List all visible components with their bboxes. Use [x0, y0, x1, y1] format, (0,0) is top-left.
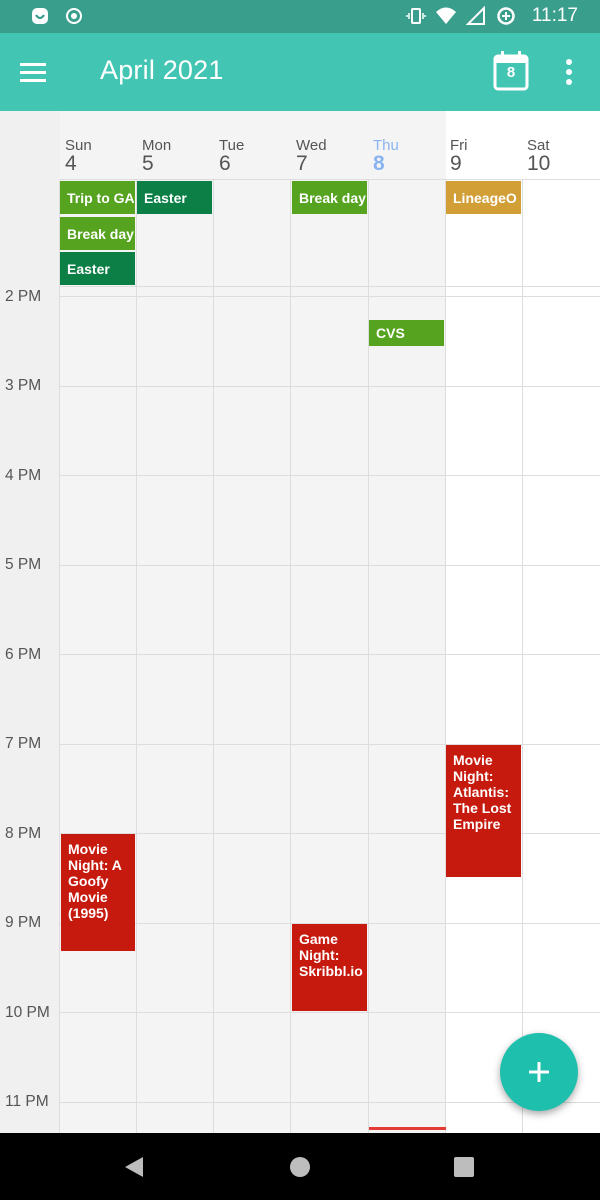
all-day-event[interactable]: Break day: [60, 217, 135, 250]
hour-label: 9 PM: [5, 914, 42, 931]
hour-line: [60, 475, 600, 476]
navigation-bar: [0, 1133, 600, 1200]
hour-label: 6 PM: [5, 646, 42, 663]
day-number: 6: [219, 152, 231, 175]
day-header-wed[interactable]: Wed 7: [296, 137, 373, 181]
hour-line: [60, 654, 600, 655]
month-title[interactable]: April 2021: [100, 55, 224, 86]
add-event-button[interactable]: [500, 1033, 578, 1111]
plus-icon: [529, 1062, 549, 1082]
time-gutter: [0, 111, 60, 1133]
home-button[interactable]: [288, 1155, 312, 1179]
day-number: 4: [65, 152, 77, 175]
vibrate-icon: [406, 8, 426, 24]
back-button[interactable]: [122, 1155, 146, 1179]
hour-line: [60, 565, 600, 566]
day-header-tue[interactable]: Tue 6: [219, 137, 296, 181]
record-icon: [66, 8, 82, 24]
all-day-event[interactable]: Easter: [60, 252, 135, 285]
more-vert-icon: [566, 59, 572, 85]
all-day-event[interactable]: Easter: [137, 181, 212, 214]
day-number: 7: [296, 152, 308, 175]
week-view[interactable]: Sun 4 Mon 5 Tue 6 Wed 7 Thu 8 Fri 9 Sat …: [0, 111, 600, 1133]
day-number: 5: [142, 152, 154, 175]
all-day-divider: [60, 286, 600, 287]
recents-icon: [454, 1157, 474, 1177]
data-saver-icon: [497, 7, 515, 25]
hour-line: [60, 1012, 600, 1013]
menu-icon: [20, 63, 46, 82]
day-column-divider: [445, 180, 446, 1133]
hour-label: 7 PM: [5, 735, 42, 752]
hour-label: 3 PM: [5, 377, 42, 394]
day-column-divider: [290, 180, 291, 1133]
hour-label: 10 PM: [5, 1004, 50, 1021]
header-divider: [60, 179, 600, 180]
home-icon: [290, 1157, 310, 1177]
all-day-event[interactable]: Trip to GA: [60, 181, 135, 214]
clock-time: 11:17: [531, 5, 578, 26]
hour-label: 11 PM: [5, 1093, 49, 1110]
wifi-icon: [435, 7, 456, 24]
signal-icon: [465, 6, 485, 25]
status-bar: 11:17: [0, 0, 600, 33]
calendar-event[interactable]: Game Night: Skribbl.io: [292, 924, 367, 1011]
day-header-thu[interactable]: Thu 8: [373, 137, 450, 181]
calendar-event[interactable]: Movie Night: Atlantis: The Lost Empire: [446, 745, 521, 877]
day-header-sat[interactable]: Sat 10: [527, 137, 600, 181]
day-header-sun[interactable]: Sun 4: [65, 137, 142, 181]
app-bar: April 2021 8: [0, 33, 600, 111]
day-header-fri[interactable]: Fri 9: [450, 137, 527, 181]
all-day-event[interactable]: Break day: [292, 181, 367, 214]
recents-button[interactable]: [452, 1155, 476, 1179]
day-number: 8: [373, 152, 385, 175]
day-column-divider: [213, 180, 214, 1133]
current-time-indicator: [369, 1127, 446, 1130]
back-icon: [125, 1157, 143, 1177]
today-button[interactable]: 8: [492, 50, 530, 92]
all-day-event[interactable]: LineageO: [446, 181, 521, 214]
calendar-event[interactable]: CVS: [369, 320, 444, 346]
hour-label: 4 PM: [5, 467, 42, 484]
menu-button[interactable]: [20, 57, 58, 87]
day-column-divider: [136, 180, 137, 1133]
day-column-divider: [59, 180, 60, 1133]
day-header-mon[interactable]: Mon 5: [142, 137, 219, 181]
calendar-event[interactable]: Movie Night: A Goofy Movie (1995): [61, 834, 135, 951]
hour-label: 8 PM: [5, 825, 42, 842]
assistant-icon: [32, 8, 48, 24]
hour-line: [60, 296, 600, 297]
today-date-badge: 8: [506, 64, 516, 81]
day-number: 9: [450, 152, 462, 175]
hour-label: 2 PM: [5, 288, 42, 305]
day-column-divider: [522, 180, 523, 1133]
more-options-button[interactable]: [556, 55, 582, 91]
hour-line: [60, 386, 600, 387]
day-number: 10: [527, 152, 551, 175]
hour-label: 5 PM: [5, 556, 42, 573]
